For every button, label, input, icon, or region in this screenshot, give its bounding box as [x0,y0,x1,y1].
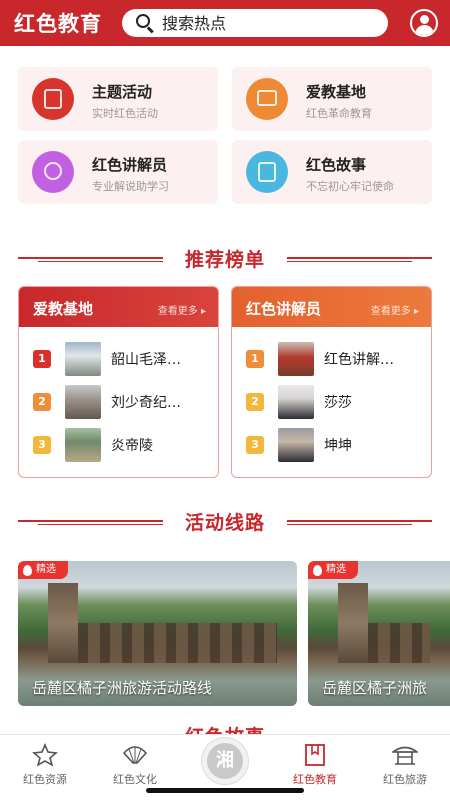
card-education-base[interactable]: 爱教基地 红色革命教育 [232,67,432,131]
section-title-ranking: 推荐榜单 [0,243,450,273]
route-card[interactable]: 精选 岳麓区橘子洲旅 [308,561,450,706]
flame-icon [23,565,32,576]
list-item[interactable]: 3 炎帝陵 [19,427,218,463]
bookmark-book-icon [305,744,325,766]
card-subtitle: 不忘初心牢记使命 [306,180,394,193]
thumbnail-image [65,342,101,376]
fan-icon [122,746,148,764]
route-card[interactable]: 精选 岳麓区橘子洲旅游活动路线 [18,561,297,706]
divider [287,257,432,262]
rank-list-title: 红色讲解员 [246,300,322,318]
tab-label: 红色文化 [113,773,157,786]
item-name: 炎帝陵 [111,438,153,454]
rank-list-header[interactable]: 爱教基地 查看更多 ▸ [19,287,218,327]
tab-red-resources[interactable]: 红色资源 [0,735,90,800]
user-icon [420,15,429,24]
item-name: 韶山毛泽… [111,352,181,368]
route-caption: 岳麓区橘子洲旅 [322,679,428,697]
list-item[interactable]: 1 韶山毛泽… [19,341,218,377]
item-name: 刘少奇纪… [111,395,181,411]
list-item[interactable]: 2 刘少奇纪… [19,384,218,420]
thumbnail-image [278,342,314,376]
rank-badge: 3 [33,436,51,454]
card-subtitle: 实时红色活动 [92,107,158,120]
section-title-routes: 活动线路 [0,506,450,536]
view-more-link[interactable]: 查看更多 ▸ [371,302,419,317]
card-red-story[interactable]: 红色故事 不忘初心牢记使命 [232,140,432,204]
tab-label: 红色旅游 [383,773,427,786]
home-indicator[interactable] [146,788,304,793]
thumbnail-image [65,385,101,419]
tab-label: 红色资源 [23,773,67,786]
card-theme-activity[interactable]: 主题活动 实时红色活动 [18,67,218,131]
featured-badge: 精选 [308,561,358,579]
card-title: 红色讲解员 [92,156,168,174]
rank-badge: 2 [33,393,51,411]
star-icon [32,743,58,767]
search-icon [134,12,156,34]
card-title: 主题活动 [92,83,153,101]
tab-label: 红色教育 [293,773,337,786]
thumbnail-image [278,428,314,462]
thumbnail-image [65,428,101,462]
top-bar: 红色教育 [0,0,450,46]
card-subtitle: 专业解说助学习 [92,180,169,193]
page-title: 红色教育 [14,12,102,36]
card-subtitle: 红色革命教育 [306,107,372,120]
search-input[interactable] [162,13,362,33]
rank-badge: 2 [246,393,264,411]
document-icon [32,78,74,120]
featured-badge: 精选 [18,561,68,579]
rank-list-education-base: 爱教基地 查看更多 ▸ 1 韶山毛泽… 2 刘少奇纪… 3 炎帝陵 [18,286,219,478]
center-home-button[interactable]: 湘 [201,737,249,785]
item-name: 红色讲解… [324,352,394,368]
rank-badge: 1 [246,350,264,368]
rank-list-red-guide: 红色讲解员 查看更多 ▸ 1 红色讲解… 2 莎莎 3 坤坤 [231,286,432,478]
pavilion-icon [392,746,418,765]
list-item[interactable]: 1 红色讲解… [232,341,431,377]
card-title: 红色故事 [306,156,367,174]
item-name: 莎莎 [324,395,352,411]
center-logo: 湘 [207,743,243,779]
view-more-link[interactable]: 查看更多 ▸ [158,302,206,317]
divider [287,520,432,525]
item-name: 坤坤 [324,438,352,454]
rank-list-title: 爱教基地 [33,300,94,318]
list-item[interactable]: 3 坤坤 [232,427,431,463]
user-avatar-button[interactable] [410,9,438,37]
card-red-guide[interactable]: 红色讲解员 专业解说助学习 [18,140,218,204]
flame-icon [313,565,322,576]
route-caption: 岳麓区橘子洲旅游活动路线 [32,679,213,697]
list-item[interactable]: 2 莎莎 [232,384,431,420]
rank-list-header[interactable]: 红色讲解员 查看更多 ▸ [232,287,431,327]
rank-badge: 3 [246,436,264,454]
thumbnail-image [278,385,314,419]
search-bar[interactable] [122,9,388,37]
microphone-icon [32,151,74,193]
tab-red-tourism[interactable]: 红色旅游 [360,735,450,800]
rank-badge: 1 [33,350,51,368]
card-title: 爱教基地 [306,83,367,101]
book-icon [246,151,288,193]
monitor-icon [246,78,288,120]
